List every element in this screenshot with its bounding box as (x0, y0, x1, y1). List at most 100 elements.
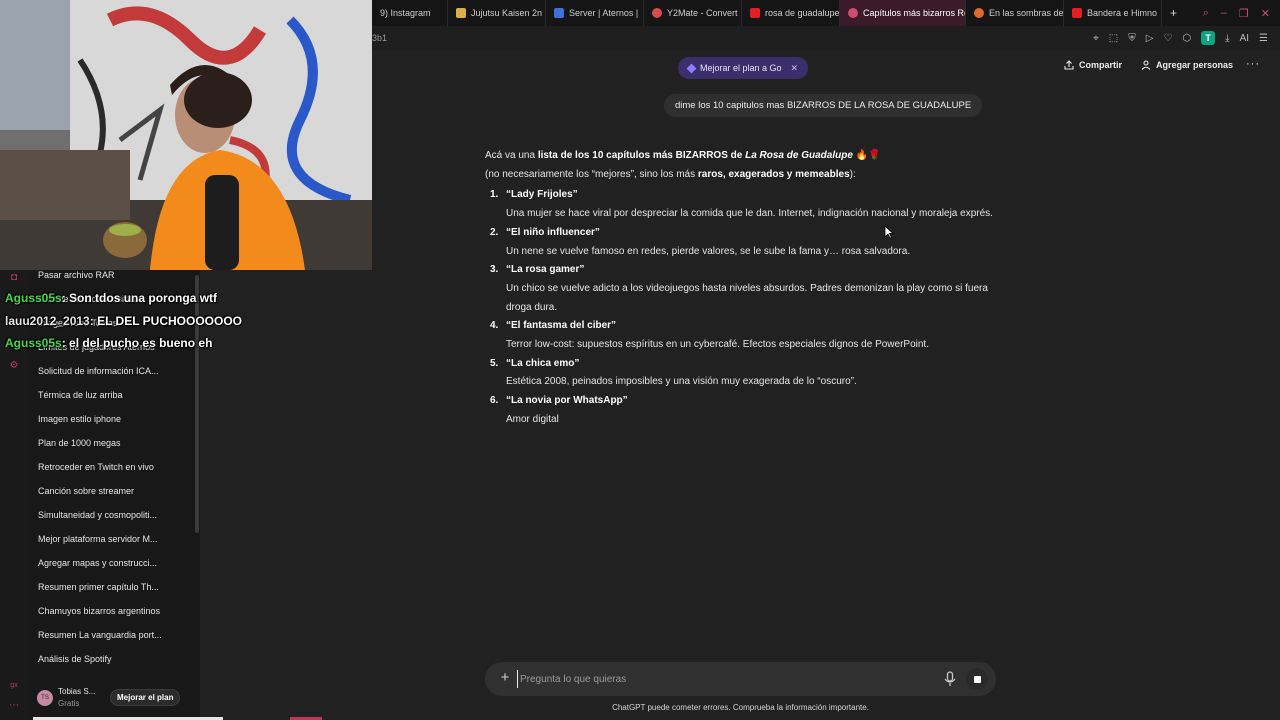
tab-aternos[interactable]: Server | Aternos | (546, 0, 644, 26)
settings-icon[interactable]: ⚙ (8, 360, 20, 372)
sidebar-item-termica[interactable]: Térmica de luz arriba (38, 390, 188, 400)
download-icon[interactable]: ⤓ (1225, 33, 1229, 44)
webcam-video (0, 0, 372, 270)
user-profile-card[interactable]: TS Tobias S... Gratis Mejorar el plan (28, 684, 200, 714)
person-add-icon (1141, 60, 1151, 70)
upgrade-pill-label: Mejorar el plan a Go (700, 63, 782, 73)
sidebar-item-twitch[interactable]: Retroceder en Twitch en vivo (38, 462, 188, 472)
tab-favicon-icon (456, 8, 466, 18)
stop-icon (973, 675, 981, 683)
shield-icon[interactable]: ⛨ (1128, 33, 1136, 44)
chat-username: lauu2012_2013 (5, 314, 90, 328)
extensions-icon[interactable]: ⬡ (1182, 33, 1191, 44)
intro-emoji: 🔥🌹 (852, 150, 881, 161)
tab-bandera-himno[interactable]: Bandera e Himno (1064, 0, 1162, 26)
item-description: Estética 2008, peinados imposibles y una… (506, 376, 857, 388)
list-item: 3. “La rosa gamer” Un chico se vuelve ad… (485, 261, 995, 317)
list-item: 4. “El fantasma del ciber” Terror low-co… (485, 317, 995, 354)
tab-en-las-sombras[interactable]: En las sombras de (966, 0, 1064, 26)
tab-capitulos-bizarros[interactable]: Capítulos más bizarros Ro (840, 0, 966, 26)
intro-bold: lista de los 10 capítulos más BIZARROS d… (537, 150, 746, 161)
sidebar-item-spotify[interactable]: Análisis de Spotify (38, 654, 188, 664)
message-composer: + (485, 662, 996, 696)
pin-icon[interactable]: ⌖ (1093, 33, 1099, 44)
youtube-icon (1072, 8, 1082, 18)
intro-text: Acá va una (485, 150, 538, 161)
youtube-icon (750, 8, 760, 18)
screenshot-icon[interactable]: ⬚ (1109, 33, 1118, 44)
tab-favicon-icon (974, 8, 984, 18)
more-icon[interactable]: ⋯ (8, 700, 20, 712)
response-intro-2: (no necesariamente los “mejores”, sino l… (485, 166, 995, 185)
chat-separator: : (61, 291, 70, 305)
sidebar-item-resumen-capitulo[interactable]: Resumen primer capítulo Th... (38, 582, 188, 592)
prompt-input[interactable] (517, 670, 917, 688)
sidebar-item-simultaneidad[interactable]: Simultaneidad y cosmopoliti... (38, 510, 188, 520)
ai-button[interactable]: AI (1240, 33, 1249, 44)
item-title: “La novia por WhatsApp” (506, 395, 628, 407)
sidebar-item-vanguardia[interactable]: Resumen La vanguardia port... (38, 630, 188, 640)
sidebar-item-imagen-iphone[interactable]: Imagen estilo iphone (38, 414, 188, 424)
chat-text: el del pucho es bueno eh (69, 336, 213, 350)
search-icon[interactable]: ⌕ (1203, 7, 1209, 20)
webcam-overlay (0, 0, 372, 270)
list-item: 5. “La chica emo” Estética 2008, peinado… (485, 355, 995, 392)
sidebar-item-solicitud-ica[interactable]: Solicitud de información ICA... (38, 366, 188, 376)
gx-icon[interactable]: gx (8, 682, 20, 694)
tab-label: En las sombras de (989, 8, 1064, 18)
share-button[interactable]: Compartir (1064, 60, 1122, 70)
tab-instagram[interactable]: 9) Instagram (372, 0, 448, 26)
microphone-button[interactable] (943, 671, 957, 687)
tab-label: Y2Mate - Convert (667, 8, 738, 18)
item-title: “El niño influencer” (506, 226, 600, 238)
upgrade-plan-button[interactable]: Mejorar el plan (110, 689, 181, 706)
item-title: “La rosa gamer” (506, 264, 585, 276)
tab-label: rosa de guadalupe (765, 8, 840, 18)
instagram-icon[interactable]: ◘ (8, 272, 20, 284)
tab-favicon-icon (554, 8, 564, 18)
upgrade-plan-pill[interactable]: Mejorar el plan a Go ✕ (678, 57, 809, 79)
sidebar-item-cancion-streamer[interactable]: Canción sobre streamer (38, 486, 188, 496)
sidebar-item-pasar-archivo-rar[interactable]: Pasar archivo RAR (38, 270, 188, 280)
sidebar-item-mapas[interactable]: Agregar mapas y construcci... (38, 558, 188, 568)
screen: 9) Instagram Jujutsu Kaisen 2n Server | … (0, 0, 1280, 720)
chat-username: Aguss05s (5, 291, 62, 305)
add-people-button[interactable]: Agregar personas (1141, 60, 1233, 70)
stop-generating-button[interactable] (966, 668, 988, 690)
intro2-bold: raros, exagerados y memeables (697, 168, 850, 180)
close-icon[interactable]: ✕ (1261, 7, 1270, 20)
tab-label: 9) Instagram (380, 8, 431, 18)
stream-chat-message: Aguss05s: el del pucho es bueno eh (5, 336, 212, 350)
user-plan: Gratis (58, 699, 80, 708)
new-tab-button[interactable]: + (1162, 0, 1185, 26)
mouse-cursor-icon (884, 225, 894, 239)
plus-icon: + (1170, 6, 1178, 20)
menu-icon[interactable]: ☰ (1259, 33, 1268, 44)
sidebar-item-plan-megas[interactable]: Plan de 1000 megas (38, 438, 188, 448)
item-description: Una mujer se hace viral por despreciar l… (506, 208, 993, 220)
tab-label: Capítulos más bizarros Ro (863, 8, 966, 18)
chat-separator: : (89, 314, 98, 328)
tab-label: Bandera e Himno (1087, 8, 1158, 18)
tab-y2mate[interactable]: Y2Mate - Convert (644, 0, 742, 26)
item-number: 1. (490, 189, 499, 201)
item-title: “Lady Frijoles” (506, 189, 578, 201)
minimize-icon[interactable]: – (1221, 7, 1227, 20)
tab-jujutsu-kaisen[interactable]: Jujutsu Kaisen 2n (448, 0, 546, 26)
window-controls: ⌕ – ❐ ✕ (1203, 7, 1280, 20)
list-item: 1. “Lady Frijoles” Una mujer se hace vir… (485, 186, 995, 223)
heart-icon[interactable]: ♡ (1163, 33, 1172, 44)
stream-chat-message: Aguss05s: Son tdos una poronga wtf (5, 291, 217, 305)
sidebar-item-chamuyos[interactable]: Chamuyos bizarros argentinos (38, 606, 188, 616)
play-icon[interactable]: ▷ (1146, 33, 1154, 44)
profile-badge[interactable]: T (1201, 31, 1216, 45)
tab-rosa-de-guadalupe[interactable]: rosa de guadalupe (742, 0, 840, 26)
close-icon[interactable]: ✕ (791, 63, 799, 74)
toolbar-icons: ⌖ ⬚ ⛨ ▷ ♡ ⬡ T ⤓ AI ☰ (1093, 31, 1280, 45)
item-number: 3. (490, 264, 499, 276)
add-attachment-button[interactable]: + (497, 670, 513, 686)
sidebar-item-servidor[interactable]: Mejor plataforma servidor M... (38, 534, 188, 544)
user-name: Tobias S... (58, 687, 96, 696)
maximize-icon[interactable]: ❐ (1239, 7, 1249, 20)
more-options-button[interactable]: ··· (1246, 58, 1260, 70)
